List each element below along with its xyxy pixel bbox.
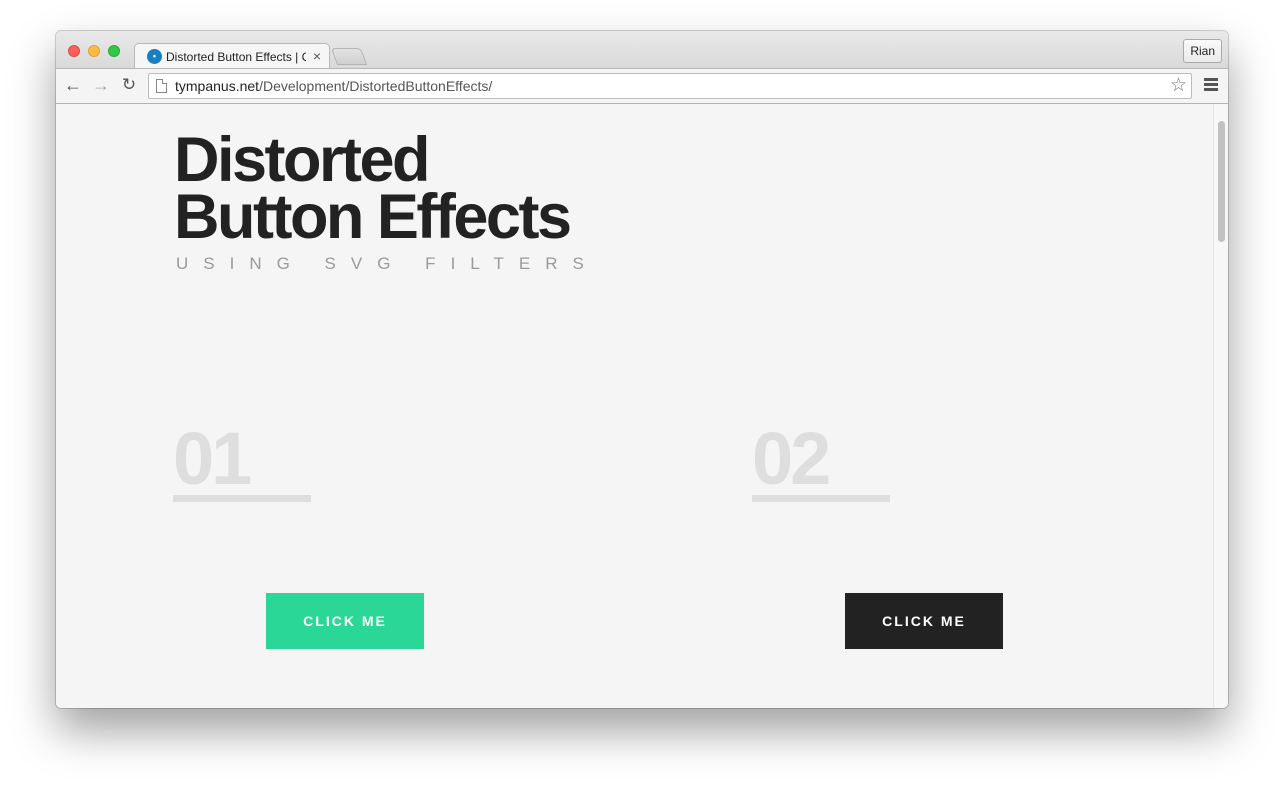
back-arrow-icon[interactable]: ←	[62, 74, 84, 96]
close-tab-icon[interactable]: ×	[313, 48, 321, 64]
page-title-line-2: Button Effects	[174, 182, 572, 252]
browser-window: • Distorted Button Effects | Codrops × R…	[56, 31, 1228, 708]
address-bar[interactable]: tympanus.net/Development/DistortedButton…	[148, 73, 1192, 99]
profile-button[interactable]: Rian	[1183, 39, 1222, 63]
codrops-favicon-icon: •	[147, 49, 162, 64]
demo-underline-1	[173, 495, 311, 502]
hamburger-menu-icon[interactable]	[1204, 78, 1218, 92]
page-content: Distorted Button Effects USING SVG FILTE…	[56, 104, 1228, 708]
vertical-scrollbar[interactable]	[1213, 104, 1228, 708]
bookmark-star-icon[interactable]: ☆	[1170, 75, 1187, 97]
demo-number-1: 01	[173, 417, 252, 500]
demo-underline-2	[752, 495, 890, 502]
browser-toolbar: ← → ↻ tympanus.net/Development/Distorted…	[56, 68, 1228, 104]
minimize-window-button[interactable]	[88, 45, 100, 57]
click-me-button-2[interactable]: CLICK ME	[845, 593, 1003, 649]
page-icon	[156, 79, 167, 93]
forward-arrow-icon[interactable]: →	[90, 74, 112, 96]
tab-strip: • Distorted Button Effects | Codrops × R…	[56, 31, 1228, 69]
new-tab-button[interactable]	[330, 48, 368, 65]
click-me-button-1[interactable]: CLICK ME	[266, 593, 424, 649]
close-window-button[interactable]	[68, 45, 80, 57]
reload-icon[interactable]: ↻	[118, 74, 140, 96]
demo-number-2: 02	[752, 417, 831, 500]
tab-active[interactable]: • Distorted Button Effects | Codrops ×	[134, 43, 330, 69]
page-title: Distorted Button Effects	[174, 129, 572, 249]
url-host: tympanus.net	[175, 78, 260, 94]
maximize-window-button[interactable]	[108, 45, 120, 57]
page-subtitle: USING SVG FILTERS	[176, 254, 599, 273]
scrollbar-thumb[interactable]	[1218, 121, 1225, 242]
url-text[interactable]: tympanus.net/Development/DistortedButton…	[175, 78, 492, 94]
url-path: /Development/DistortedButtonEffects/	[259, 78, 493, 94]
tab-title: Distorted Button Effects | Codrops	[166, 49, 306, 64]
